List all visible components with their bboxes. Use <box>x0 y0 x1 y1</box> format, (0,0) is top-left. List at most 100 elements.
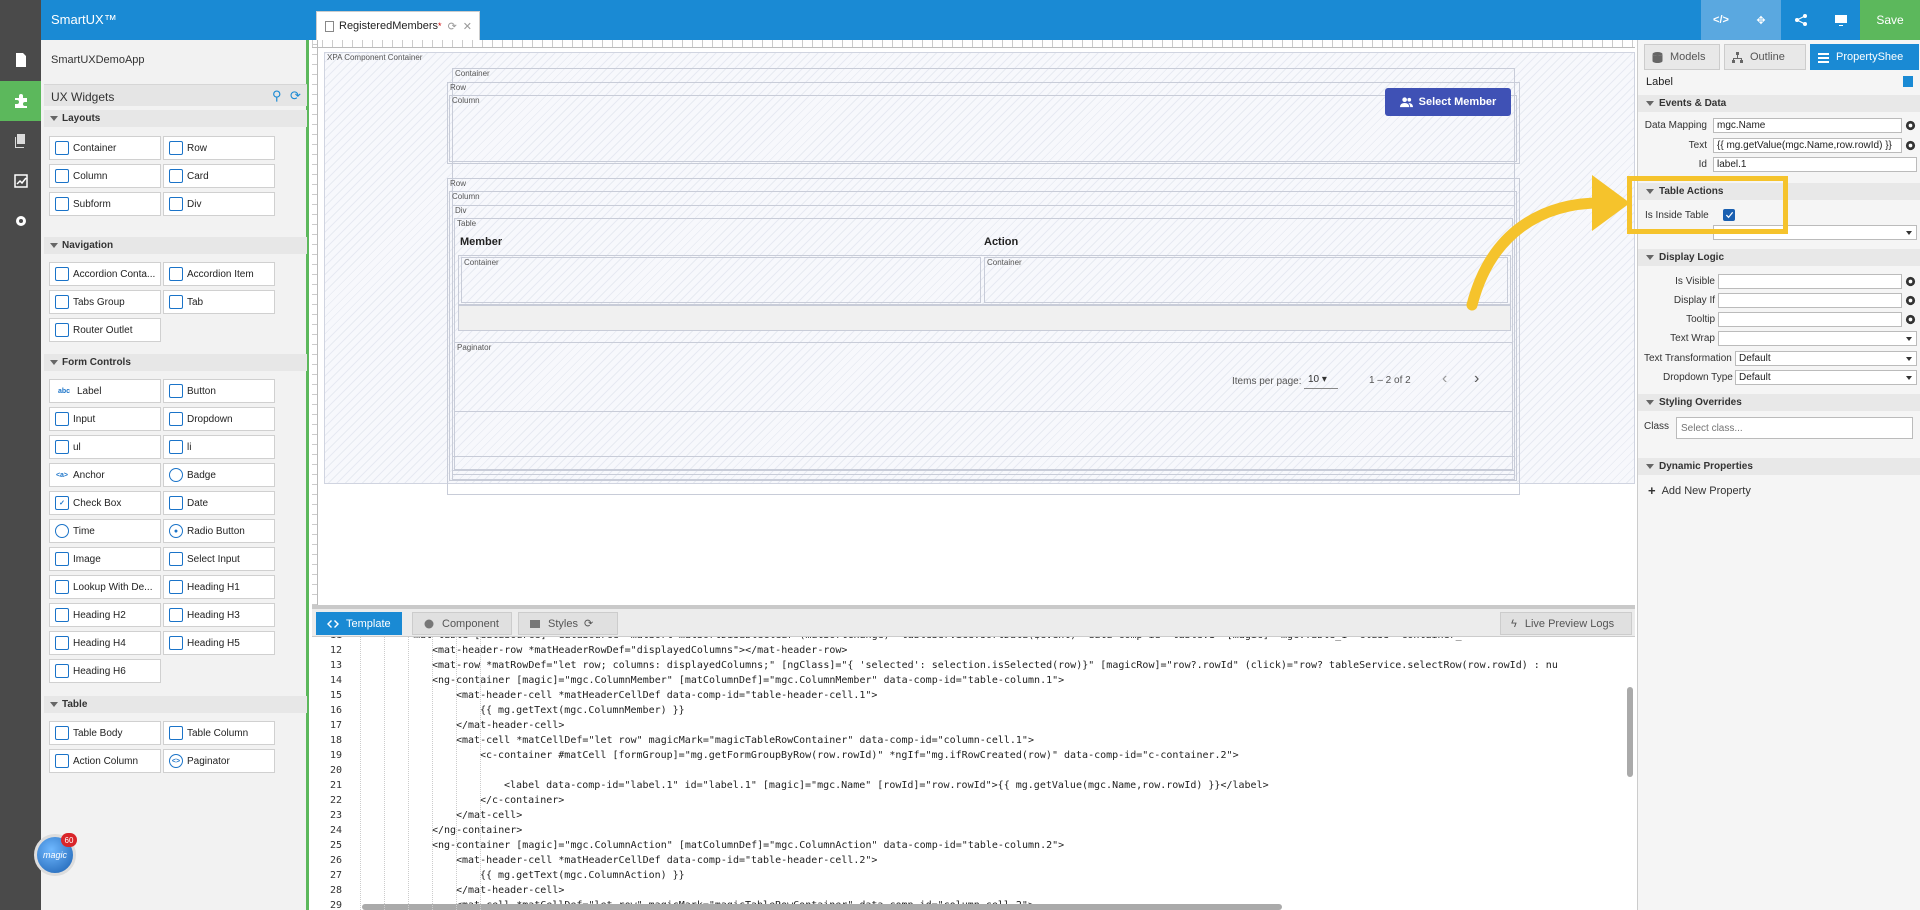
code-view-button[interactable]: </> <box>1701 0 1741 40</box>
settings-icon[interactable] <box>0 201 41 241</box>
widget-container[interactable]: Container <box>49 136 161 160</box>
member-cell-container[interactable]: Container <box>461 257 981 303</box>
widget-date[interactable]: Date <box>163 491 275 515</box>
paginator-component[interactable]: Paginator <box>454 342 1513 412</box>
table-body-icon <box>55 726 69 740</box>
widget-row[interactable]: Row <box>163 136 275 160</box>
share-button[interactable] <box>1781 0 1821 40</box>
gear-icon[interactable] <box>1904 139 1917 152</box>
widget-dropdown[interactable]: Dropdown <box>163 407 275 431</box>
code-editor[interactable]: 11<mat-table [dataSource]="dataSource" m… <box>312 637 1635 910</box>
widget-li[interactable]: li <box>163 435 275 459</box>
expand-button[interactable]: ✥ <box>1741 0 1781 40</box>
gear-icon[interactable] <box>1904 119 1917 132</box>
widget-label: Input <box>73 413 96 425</box>
puzzle-icon[interactable] <box>0 81 41 121</box>
magic-logo[interactable]: magic 60 <box>34 833 77 876</box>
add-new-property-button[interactable]: + Add New Property <box>1648 483 1751 498</box>
widget-heading-h1[interactable]: Heading H1 <box>163 575 275 599</box>
tab-models[interactable]: Models <box>1644 44 1720 70</box>
section-form-controls[interactable]: Form Controls <box>44 354 307 371</box>
widget-tabs-group[interactable]: Tabs Group <box>49 290 161 314</box>
refresh-icon[interactable]: ⟳ <box>584 617 593 630</box>
widget-input[interactable]: Input <box>49 407 161 431</box>
design-canvas[interactable]: XPA Component Container Container Row Co… <box>312 40 1635 605</box>
section-navigation[interactable]: Navigation <box>44 237 307 254</box>
text-field[interactable]: {{ mg.getValue(mgc.Name,row.rowId) }} <box>1713 138 1902 153</box>
column-1[interactable]: Column <box>449 95 1517 162</box>
widget-check-box[interactable]: ✓ Check Box <box>49 491 161 515</box>
widget-ul[interactable]: ul <box>49 435 161 459</box>
copy-icon[interactable] <box>0 121 41 161</box>
widget-lookup[interactable]: Lookup With De... <box>49 575 161 599</box>
class-input[interactable] <box>1676 417 1913 439</box>
widget-table-body[interactable]: Table Body <box>49 721 161 745</box>
tab-live-preview-logs[interactable]: ϟ Live Preview Logs <box>1500 612 1632 635</box>
section-layouts[interactable]: Layouts <box>44 110 307 127</box>
dropdown-type-select[interactable]: Default <box>1735 370 1917 385</box>
section-display-logic[interactable]: Display Logic <box>1638 249 1920 266</box>
trash-icon[interactable] <box>1903 76 1913 87</box>
id-field[interactable]: label.1 <box>1713 157 1917 172</box>
text-wrap-select[interactable] <box>1718 331 1917 346</box>
document-icon[interactable] <box>0 40 41 80</box>
display-if-field[interactable] <box>1718 293 1902 308</box>
widget-radio-button[interactable]: ● Radio Button <box>163 519 275 543</box>
widget-paginator[interactable]: <> Paginator <box>163 749 275 773</box>
widget-heading-h6[interactable]: Heading H6 <box>49 659 161 683</box>
widget-subform[interactable]: Subform <box>49 192 161 216</box>
chart-icon[interactable] <box>0 161 41 201</box>
tab-styles[interactable]: Styles ⟳ <box>518 612 618 635</box>
widget-heading-h5[interactable]: Heading H5 <box>163 631 275 655</box>
widget-div[interactable]: Div <box>163 192 275 216</box>
items-per-page-select[interactable]: 10 ▾ <box>1304 371 1338 389</box>
widget-action-column[interactable]: Action Column <box>49 749 161 773</box>
widget-table-column[interactable]: Table Column <box>163 721 275 745</box>
widget-card[interactable]: Card <box>163 164 275 188</box>
section-dynamic-properties[interactable]: Dynamic Properties <box>1638 458 1920 475</box>
refresh-icon[interactable]: ⟳ <box>448 20 457 33</box>
section-events-data[interactable]: Events & Data <box>1638 95 1920 112</box>
refresh-icon[interactable]: ⟳ <box>290 88 301 104</box>
gear-icon[interactable] <box>1904 294 1917 307</box>
widget-tab[interactable]: Tab <box>163 290 275 314</box>
close-icon[interactable]: ✕ <box>463 20 472 33</box>
widget-heading-h4[interactable]: Heading H4 <box>49 631 161 655</box>
tab-component[interactable]: Component <box>412 612 512 635</box>
widget-accordion-item[interactable]: Accordion Item <box>163 262 275 286</box>
tab-outline[interactable]: Outline <box>1724 44 1806 70</box>
preview-button[interactable] <box>1821 0 1861 40</box>
gear-icon[interactable] <box>1904 313 1917 326</box>
gear-icon[interactable] <box>1904 275 1917 288</box>
widget-button[interactable]: Button <box>163 379 275 403</box>
tab-template[interactable]: Template <box>316 612 402 635</box>
widget-heading-h3[interactable]: Heading H3 <box>163 603 275 627</box>
section-table[interactable]: Table <box>44 696 307 713</box>
tab-property-sheet[interactable]: PropertyShee <box>1810 44 1919 70</box>
widget-badge[interactable]: Badge <box>163 463 275 487</box>
is-visible-field[interactable] <box>1718 274 1902 289</box>
widget-heading-h2[interactable]: Heading H2 <box>49 603 161 627</box>
widget-column[interactable]: Column <box>49 164 161 188</box>
widget-select-input[interactable]: Select Input <box>163 547 275 571</box>
action-cell-container[interactable]: Container <box>984 257 1508 303</box>
section-styling-overrides[interactable]: Styling Overrides <box>1638 394 1920 411</box>
widget-anchor[interactable]: <a> Anchor <box>49 463 161 487</box>
prev-page-icon[interactable]: ‹ <box>1442 370 1447 388</box>
code-text: </mat-cell> <box>456 810 523 821</box>
widget-image[interactable]: Image <box>49 547 161 571</box>
vertical-scrollbar[interactable] <box>1627 687 1633 777</box>
search-icon[interactable]: ⚲ <box>272 88 282 104</box>
widget-time[interactable]: Time <box>49 519 161 543</box>
document-tab[interactable]: RegisteredMembers * ⟳ ✕ <box>316 11 480 40</box>
next-page-icon[interactable]: › <box>1474 370 1479 388</box>
widget-router-outlet[interactable]: Router Outlet <box>49 318 161 342</box>
save-button[interactable]: Save <box>1860 0 1920 40</box>
data-mapping-field[interactable]: mgc.Name <box>1713 118 1902 133</box>
select-member-button[interactable]: Select Member <box>1385 88 1511 116</box>
widget-accordion-container[interactable]: Accordion Conta... <box>49 262 161 286</box>
tooltip-field[interactable] <box>1718 312 1902 327</box>
widget-label-control[interactable]: abc Label <box>49 379 161 403</box>
text-transformation-select[interactable]: Default <box>1735 351 1917 366</box>
horizontal-scrollbar[interactable] <box>362 904 1282 910</box>
